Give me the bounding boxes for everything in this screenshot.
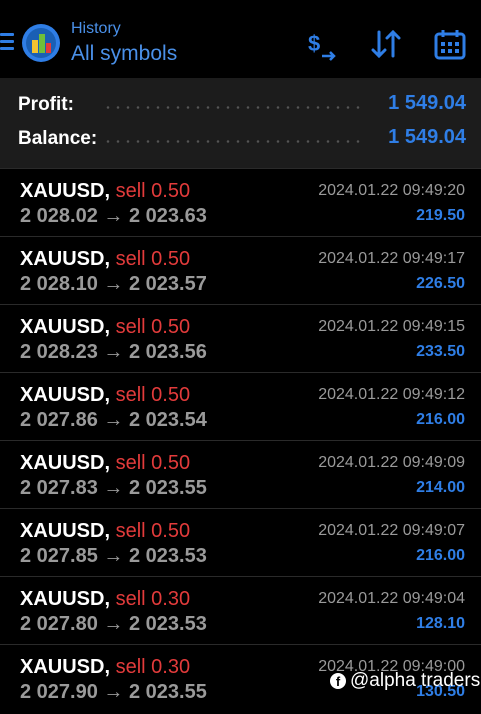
balance-label: Balance: <box>18 128 98 149</box>
profit-label: Profit: <box>18 94 74 115</box>
account-summary: Profit: 1 549.04 Balance: 1 549.04 <box>0 78 481 168</box>
deal-symbol-line: XAUUSD, sell 0.50 <box>20 520 190 543</box>
app-logo-icon[interactable] <box>21 23 61 63</box>
deal-prices: 2 028.02 → 2 023.63 <box>20 205 207 227</box>
deal-prices: 2 027.83 → 2 023.55 <box>20 477 207 499</box>
deal-profit: 128.10 <box>416 615 465 632</box>
deal-row[interactable]: XAUUSD, sell 0.50 2 027.83 → 2 023.55 20… <box>0 440 481 509</box>
deal-time: 2024.01.22 09:49:07 <box>318 522 465 539</box>
deal-prices: 2 028.23 → 2 023.56 <box>20 341 207 363</box>
deal-symbol: XAUUSD, <box>20 452 111 474</box>
deal-profit: 214.00 <box>416 479 465 496</box>
balance-row: Balance: 1 549.04 <box>18 126 466 156</box>
deal-profit: 233.50 <box>416 343 465 360</box>
deal-symbol-line: XAUUSD, sell 0.50 <box>20 180 190 203</box>
deal-row[interactable]: XAUUSD, sell 0.50 2 027.85 → 2 023.53 20… <box>0 508 481 577</box>
deal-action: sell 0.30 <box>115 656 191 678</box>
deal-time: 2024.01.22 09:49:20 <box>318 182 465 199</box>
deal-symbol-line: XAUUSD, sell 0.50 <box>20 384 190 407</box>
deal-symbol: XAUUSD, <box>20 384 111 406</box>
deal-profit: 216.00 <box>416 411 465 428</box>
deal-row[interactable]: XAUUSD, sell 0.30 2 027.80 → 2 023.53 20… <box>0 576 481 645</box>
deal-row[interactable]: XAUUSD, sell 0.50 2 027.86 → 2 023.54 20… <box>0 372 481 441</box>
deal-time: 2024.01.22 09:49:17 <box>318 250 465 267</box>
deal-profit: 216.00 <box>416 547 465 564</box>
deal-symbol-line: XAUUSD, sell 0.50 <box>20 248 190 271</box>
deal-row[interactable]: XAUUSD, sell 0.50 2 028.10 → 2 023.57 20… <box>0 236 481 305</box>
deal-prices: 2 028.10 → 2 023.57 <box>20 273 207 295</box>
deal-symbol-line: XAUUSD, sell 0.30 <box>20 656 190 679</box>
balance-value: 1 549.04 <box>388 126 466 148</box>
deal-prices: 2 027.85 → 2 023.53 <box>20 545 207 567</box>
deal-symbol: XAUUSD, <box>20 248 111 270</box>
deal-profit: 226.50 <box>416 275 465 292</box>
deal-action: sell 0.50 <box>115 384 191 406</box>
profit-value: 1 549.04 <box>388 92 466 114</box>
deal-action: sell 0.30 <box>115 588 191 610</box>
page-title[interactable]: All symbols <box>71 42 177 66</box>
menu-icon[interactable] <box>0 33 14 51</box>
deal-profit: 219.50 <box>416 207 465 224</box>
facebook-icon: f <box>330 673 346 689</box>
deal-time: 2024.01.22 09:49:15 <box>318 318 465 335</box>
top-bar: History All symbols $ <box>0 0 481 78</box>
deal-time: 2024.01.22 09:49:04 <box>318 590 465 607</box>
deal-action: sell 0.50 <box>115 180 191 202</box>
deal-symbol-line: XAUUSD, sell 0.50 <box>20 452 190 475</box>
currency-sort-icon[interactable]: $ <box>302 26 338 62</box>
watermark-text: @alpha traders <box>350 670 481 691</box>
deal-action: sell 0.50 <box>115 316 191 338</box>
deal-prices: 2 027.86 → 2 023.54 <box>20 409 207 431</box>
leader-dots <box>103 140 366 143</box>
deal-symbol: XAUUSD, <box>20 520 111 542</box>
deal-symbol-line: XAUUSD, sell 0.30 <box>20 588 190 611</box>
deal-time: 2024.01.22 09:49:09 <box>318 454 465 471</box>
deal-symbol: XAUUSD, <box>20 656 111 678</box>
deal-time: 2024.01.22 09:49:12 <box>318 386 465 403</box>
sort-arrows-icon[interactable] <box>368 26 404 62</box>
deal-action: sell 0.50 <box>115 248 191 270</box>
watermark: f @alpha traders <box>330 670 480 692</box>
page-subtitle: History <box>71 20 121 37</box>
leader-dots <box>103 106 366 109</box>
deal-prices: 2 027.80 → 2 023.53 <box>20 613 207 635</box>
calendar-icon[interactable] <box>432 26 468 62</box>
deal-row[interactable]: XAUUSD, sell 0.50 2 028.23 → 2 023.56 20… <box>0 304 481 373</box>
deal-symbol-line: XAUUSD, sell 0.50 <box>20 316 190 339</box>
deal-action: sell 0.50 <box>115 520 191 542</box>
deal-row[interactable]: XAUUSD, sell 0.50 2 028.02 → 2 023.63 20… <box>0 168 481 237</box>
deal-prices: 2 027.90 → 2 023.55 <box>20 681 207 703</box>
deal-symbol: XAUUSD, <box>20 180 111 202</box>
svg-text:$: $ <box>308 31 320 56</box>
deal-symbol: XAUUSD, <box>20 588 111 610</box>
deal-action: sell 0.50 <box>115 452 191 474</box>
profit-row: Profit: 1 549.04 <box>18 92 466 122</box>
deal-symbol: XAUUSD, <box>20 316 111 338</box>
